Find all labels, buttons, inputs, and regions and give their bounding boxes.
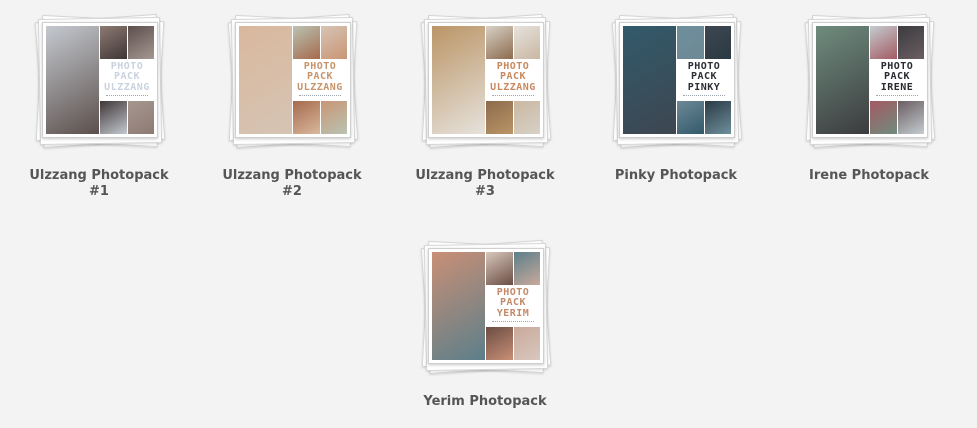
- collage-photo: [432, 26, 485, 134]
- collage-photo: [870, 26, 897, 60]
- cover-title-line: ULZZANG: [490, 81, 536, 93]
- photopack-title[interactable]: Ulzzang Photopack #2: [217, 168, 367, 200]
- photopack-thumbnail[interactable]: PHOTO PACK ULZZANG: [226, 13, 359, 149]
- collage-photo: [486, 100, 513, 134]
- collage-photo: [293, 26, 320, 60]
- cover-title-line: ULZZANG: [297, 81, 343, 93]
- cover-image: PHOTO PACK IRENE: [812, 22, 928, 138]
- collage-photo: [432, 252, 485, 360]
- collage-photo: [677, 26, 704, 60]
- cover-image: PHOTO PACK ULZZANG: [42, 22, 158, 138]
- photopack-number: #1: [89, 184, 109, 199]
- photopack-item[interactable]: PHOTO PACK YERIM Yerim Photopack: [410, 239, 560, 410]
- collage-photo: [293, 100, 320, 134]
- photopack-title-line: Ulzzang Photopack: [29, 168, 169, 183]
- photopack-title[interactable]: Irene Photopack: [794, 168, 944, 184]
- photopack-thumbnail[interactable]: PHOTO PACK IRENE: [803, 13, 936, 149]
- collage-photo: [898, 100, 924, 134]
- cover-watermark: [682, 94, 726, 98]
- cover-title-block: PHOTO PACK ULZZANG: [293, 60, 347, 100]
- cover-watermark: [105, 94, 149, 98]
- photopack-title-line: Ulzzang Photopack: [415, 168, 555, 183]
- collage-photo: [514, 100, 540, 134]
- collage-photo: [514, 326, 540, 360]
- collage-photo: [100, 26, 127, 60]
- photopack-item[interactable]: PHOTO PACK ULZZANG Ulzzang Photopack #3: [410, 13, 560, 200]
- photopack-number: #2: [282, 184, 302, 199]
- collage-photo: [514, 252, 540, 286]
- cover-image: PHOTO PACK PINKY: [619, 22, 735, 138]
- collage-photo: [816, 26, 869, 134]
- photopack-title[interactable]: Yerim Photopack: [410, 394, 560, 410]
- cover-title-line: YERIM: [496, 307, 530, 319]
- collage-photo: [514, 26, 540, 60]
- photopack-thumbnail[interactable]: PHOTO PACK PINKY: [610, 13, 743, 149]
- cover-title-block: PHOTO PACK PINKY: [677, 60, 731, 100]
- collage-photo: [898, 26, 924, 60]
- collage-photo: [239, 26, 292, 134]
- cover-title-line: IRENE: [880, 81, 914, 93]
- collage-photo: [128, 26, 154, 60]
- photopack-thumbnail[interactable]: PHOTO PACK ULZZANG: [33, 13, 166, 149]
- collage-photo: [705, 26, 731, 60]
- collage-photo: [870, 100, 897, 134]
- cover-image: PHOTO PACK ULZZANG: [235, 22, 351, 138]
- collage-photo: [677, 100, 704, 134]
- collage-photo: [486, 26, 513, 60]
- cover-watermark: [298, 94, 342, 98]
- photopack-thumbnail[interactable]: PHOTO PACK YERIM: [419, 239, 552, 375]
- photopack-title[interactable]: Ulzzang Photopack #3: [410, 168, 560, 200]
- cover-image: PHOTO PACK ULZZANG: [428, 22, 544, 138]
- collage-photo: [486, 326, 513, 360]
- collage-photo: [46, 26, 99, 134]
- collage-photo: [705, 100, 731, 134]
- photopack-title-line: Pinky Photopack: [614, 168, 738, 183]
- photopack-title[interactable]: Ulzzang Photopack #1: [24, 168, 174, 200]
- cover-title-line: ULZZANG: [104, 81, 150, 93]
- cover-title-block: PHOTO PACK YERIM: [486, 286, 540, 326]
- collage-photo: [321, 26, 347, 60]
- photopack-gallery: PHOTO PACK ULZZANG Ulzzang Photopack #1: [0, 0, 977, 428]
- cover-watermark: [491, 94, 535, 98]
- cover-title-line: PINKY: [687, 81, 721, 93]
- cover-title-block: PHOTO PACK IRENE: [870, 60, 924, 100]
- photopack-title-line: Ulzzang Photopack: [222, 168, 362, 183]
- photopack-thumbnail[interactable]: PHOTO PACK ULZZANG: [419, 13, 552, 149]
- collage-photo: [100, 100, 127, 134]
- photopack-title[interactable]: Pinky Photopack: [601, 168, 751, 184]
- collage-photo: [128, 100, 154, 134]
- photopack-title-line: Irene Photopack: [809, 168, 929, 183]
- cover-image: PHOTO PACK YERIM: [428, 248, 544, 364]
- collage-photo: [321, 100, 347, 134]
- cover-watermark: [491, 320, 535, 324]
- collage-photo: [486, 252, 513, 286]
- cover-title-block: PHOTO PACK ULZZANG: [486, 60, 540, 100]
- photopack-title-line: Yerim Photopack: [423, 394, 547, 409]
- photopack-item[interactable]: PHOTO PACK ULZZANG Ulzzang Photopack #1: [24, 13, 174, 200]
- photopack-item[interactable]: PHOTO PACK ULZZANG Ulzzang Photopack #2: [217, 13, 367, 200]
- cover-watermark: [875, 94, 919, 98]
- cover-title-block: PHOTO PACK ULZZANG: [100, 60, 154, 100]
- photopack-number: #3: [475, 184, 495, 199]
- photopack-item[interactable]: PHOTO PACK PINKY Pinky Photopack: [601, 13, 751, 184]
- photopack-item[interactable]: PHOTO PACK IRENE Irene Photopack: [794, 13, 944, 184]
- collage-photo: [623, 26, 676, 134]
